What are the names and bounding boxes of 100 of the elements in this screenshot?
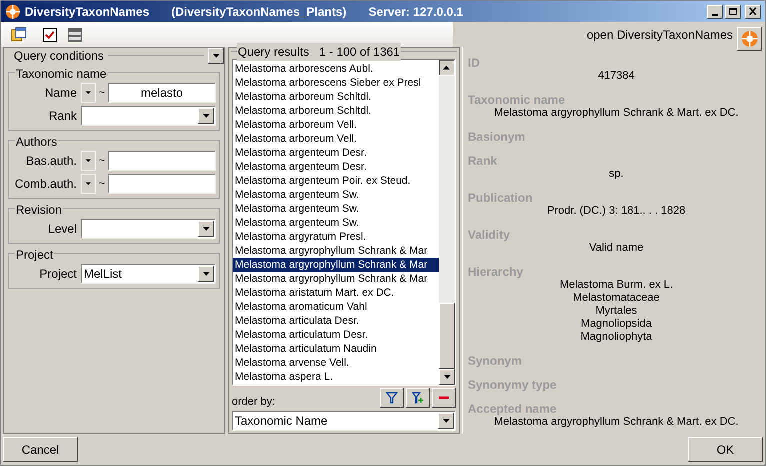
detail-label: Synonym (468, 355, 524, 368)
field-label: Level (47, 221, 78, 238)
sun-logo-icon (5, 4, 21, 20)
open-label: open DiversityTaxonNames (586, 26, 733, 44)
section-title: Query results (238, 44, 310, 61)
detail-value: sp. (609, 168, 624, 181)
dropdown-arrow-button[interactable] (439, 60, 455, 76)
detail-label: Taxonomic name (468, 94, 566, 107)
result-row[interactable]: Melastoma arborescens Aubl. (233, 62, 439, 76)
result-row[interactable]: Melastoma articulatum Desr. (233, 328, 439, 342)
checkbox-icon[interactable] (43, 28, 57, 42)
detail-value: Melastoma Burm. ex L. (560, 279, 674, 292)
text-field[interactable] (108, 174, 216, 194)
result-row[interactable]: Melastoma articulatum Naudin (233, 342, 439, 356)
dropdown-arrow-button[interactable] (198, 108, 214, 124)
section-title: Query conditions (14, 48, 104, 64)
form-icon[interactable] (67, 26, 83, 42)
open-app-button[interactable] (737, 26, 762, 50)
dropdown-arrow-button[interactable] (439, 369, 455, 385)
match-operator: ~ (98, 86, 106, 101)
order-by-combo[interactable]: Taxonomic Name (232, 411, 456, 431)
filter-button[interactable] (380, 388, 404, 408)
operator-dropdown[interactable] (81, 174, 96, 194)
maximize-icon (728, 7, 738, 16)
minimize-icon (712, 14, 718, 16)
minimize-button[interactable] (707, 4, 723, 18)
caret-icon (202, 114, 210, 118)
result-row[interactable]: Melastoma arboreum Schltdl. (233, 90, 439, 104)
result-row[interactable]: Melastoma argyrophyllum Schrank & Mar (233, 258, 439, 272)
text-field[interactable]: melasto (108, 83, 216, 103)
result-row[interactable]: Melastoma argyrophyllum Schrank & Mar (233, 244, 439, 258)
result-row[interactable]: Melastoma arvense Vell. (233, 356, 439, 370)
result-row[interactable]: Melastoma articulata Desr. (233, 314, 439, 328)
result-row[interactable]: Melastoma argenteum Desr. (233, 160, 439, 174)
caret-icon (442, 419, 450, 423)
field-label: Bas.auth. (25, 153, 78, 170)
detail-value: Melastoma argyrophyllum Schrank & Mart. ex DC. (494, 107, 739, 120)
scrollbar[interactable] (439, 60, 455, 385)
window-title: DiversityTaxonNames (25, 4, 150, 20)
window-layout-icon[interactable] (11, 26, 27, 42)
result-row[interactable]: Melastoma argenteum Poir. ex Steud. (233, 174, 439, 188)
match-operator: ~ (98, 176, 106, 192)
combo-box[interactable]: MelList (81, 264, 216, 284)
result-row[interactable]: Melastoma arboreum Vell. (233, 118, 439, 132)
result-row[interactable]: Melastoma arboreum Vell. (233, 132, 439, 146)
field-label: Project (38, 266, 78, 283)
result-row[interactable]: Melastoma arboreum Schltdl. (233, 104, 439, 118)
detail-value: Melastoma argyrophyllum Schrank & Mart. ex DC. (494, 416, 739, 429)
caret-icon (86, 91, 91, 95)
caret-icon (444, 66, 450, 70)
filter-add-icon (412, 392, 424, 404)
order-by-label: order by: (232, 394, 276, 410)
ok-button[interactable]: OK (688, 437, 763, 462)
close-button[interactable] (745, 4, 761, 18)
remove-button[interactable] (432, 388, 456, 408)
detail-value: Myrtales (596, 305, 638, 318)
detail-label: ID (468, 57, 481, 70)
scrollbar-thumb[interactable] (439, 303, 455, 370)
dropdown-arrow-button[interactable] (198, 221, 214, 237)
result-row[interactable]: Melastoma argenteum Sw. (233, 202, 439, 216)
dropdown-arrow-button[interactable] (438, 413, 454, 429)
detail-label: Validity (468, 229, 512, 242)
result-row[interactable]: Melastoma argyrophyllum Schrank & Mar (233, 272, 439, 286)
caret-icon (86, 159, 91, 163)
caret-icon (202, 227, 210, 231)
caret-icon (202, 272, 210, 276)
detail-label: Basionym (468, 131, 526, 144)
dropdown-arrow-button[interactable] (198, 266, 214, 282)
detail-value: Magnoliopsida (581, 318, 652, 331)
dropdown-arrow-button[interactable] (208, 48, 224, 64)
detail-label: Rank (468, 155, 498, 168)
detail-value: Melastomataceae (573, 292, 660, 305)
text-field[interactable] (108, 151, 216, 171)
result-row[interactable]: Melastoma argyratum Presl. (233, 230, 439, 244)
result-row[interactable]: Melastoma argenteum Desr. (233, 146, 439, 160)
combo-box[interactable] (81, 106, 216, 126)
result-row[interactable]: Melastoma aspera L. (233, 370, 439, 384)
result-row[interactable]: Melastoma aromaticum Vahl (233, 300, 439, 314)
maximize-button[interactable] (725, 4, 741, 18)
result-row[interactable]: Melastoma arborescens Sieber ex Presl (233, 76, 439, 90)
close-icon (748, 7, 758, 16)
cancel-button[interactable]: Cancel (3, 437, 78, 462)
detail-label: Accepted name (468, 403, 558, 416)
detail-value: 417384 (598, 70, 635, 83)
operator-dropdown[interactable] (81, 151, 96, 171)
caret-icon (86, 182, 91, 186)
combo-box[interactable] (81, 219, 216, 239)
filter-icon (386, 392, 398, 404)
result-row[interactable]: Melastoma aristatum Mart. ex DC. (233, 286, 439, 300)
detail-value: Magnoliophyta (580, 331, 652, 344)
add-filter-button[interactable] (406, 388, 430, 408)
database-name: (DiversityTaxonNames_Plants) (172, 4, 347, 20)
operator-dropdown[interactable] (81, 83, 96, 103)
result-row[interactable]: Melastoma argenteum Sw. (233, 216, 439, 230)
result-row[interactable]: Melastoma argenteum Sw. (233, 188, 439, 202)
detail-label: Hierarchy (468, 266, 524, 279)
detail-value: Valid name (589, 242, 644, 255)
detail-label: Synonymy type (468, 379, 558, 392)
sun-logo-icon (740, 30, 758, 48)
match-operator: ~ (98, 154, 106, 169)
